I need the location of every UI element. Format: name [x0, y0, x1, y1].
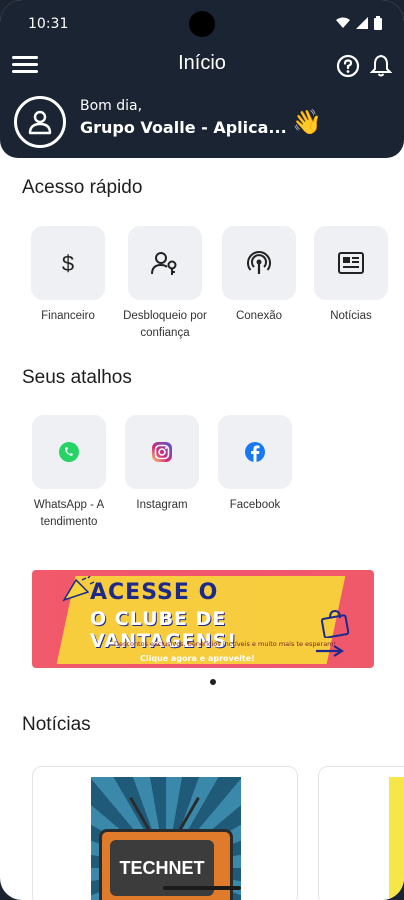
top-app-bar: Início	[0, 48, 404, 84]
news-card[interactable]	[318, 766, 404, 900]
shortcut-whatsapp[interactable]: WhatsApp - Atendimento	[30, 415, 108, 531]
shortcut-facebook[interactable]: Facebook	[217, 415, 293, 514]
tile-box: $	[31, 226, 105, 300]
shopping-bag-icon	[320, 609, 350, 638]
gesture-home-bar[interactable]	[163, 886, 241, 890]
tile-label: Financeiro	[41, 310, 95, 322]
avatar[interactable]	[14, 96, 66, 148]
cell-signal-icon	[356, 17, 368, 29]
dollar-icon: $	[62, 251, 74, 276]
shortcut-instagram[interactable]: Instagram	[124, 415, 200, 514]
app-screen: 10:31 Início Bom dia, Grupo Voalle - Apl…	[0, 0, 404, 900]
quick-access-noticias[interactable]: Notícias	[313, 226, 389, 325]
facebook-icon	[245, 442, 265, 462]
arrow-right-icon	[316, 645, 345, 657]
help-circle-icon[interactable]	[336, 54, 360, 78]
shortcuts-title: Seus atalhos	[22, 367, 132, 388]
news-image: TECHNET	[91, 777, 241, 900]
tile-box	[218, 415, 292, 489]
news-image	[389, 777, 404, 900]
tile-label: Desbloqueio por confiança	[123, 310, 207, 339]
battery-icon	[374, 16, 382, 30]
system-icons	[336, 16, 382, 30]
quick-access-title: Acesso rápido	[22, 177, 143, 198]
banner-cta: Clique agora e aproveite!	[140, 654, 255, 663]
whatsapp-icon	[59, 442, 79, 462]
tile-label: Instagram	[136, 499, 188, 511]
newspaper-icon	[338, 252, 364, 274]
tile-label: Notícias	[330, 310, 372, 322]
greeting-block[interactable]: Bom dia, Grupo Voalle - Aplica... 👋	[14, 96, 394, 148]
waving-hand-emoji: 👋	[292, 108, 322, 136]
user-icon	[28, 110, 52, 135]
quick-access-desbloqueio[interactable]: Desbloqueio por confiança	[120, 226, 210, 342]
tile-label: Facebook	[229, 499, 281, 511]
svg-text:$: $	[62, 251, 74, 276]
club-benefits-banner[interactable]: ACESSE O O CLUBE DE VANTAGENS! Descontos…	[32, 570, 374, 668]
status-bar: 10:31	[0, 0, 404, 50]
wifi-icon	[336, 17, 350, 28]
tile-box	[32, 415, 106, 489]
user-key-icon	[151, 252, 177, 275]
tile-box	[222, 226, 296, 300]
quick-access-financeiro[interactable]: $ Financeiro	[30, 226, 106, 325]
tile-box	[314, 226, 388, 300]
quick-access-conexao[interactable]: Conexão	[221, 226, 297, 325]
greeting-text: Bom dia,	[80, 98, 143, 114]
tile-box	[128, 226, 202, 300]
news-title: Notícias	[22, 714, 91, 735]
bell-icon[interactable]	[370, 54, 392, 78]
tile-label: WhatsApp - Atendimento	[33, 499, 105, 528]
news-card[interactable]: TECHNET	[32, 766, 298, 900]
user-name: Grupo Voalle - Aplica...	[80, 118, 287, 137]
tile-label: Conexão	[235, 310, 283, 322]
tile-box	[125, 415, 199, 489]
banner-line1: ACESSE O	[90, 580, 219, 605]
instagram-icon	[152, 442, 172, 462]
carousel-indicator-dot[interactable]	[210, 679, 216, 685]
wifi-signal-icon	[247, 251, 271, 274]
status-time: 10:31	[28, 16, 69, 32]
app-header: 10:31 Início Bom dia, Grupo Voalle - Apl…	[0, 0, 404, 158]
camera-cutout	[189, 11, 215, 37]
